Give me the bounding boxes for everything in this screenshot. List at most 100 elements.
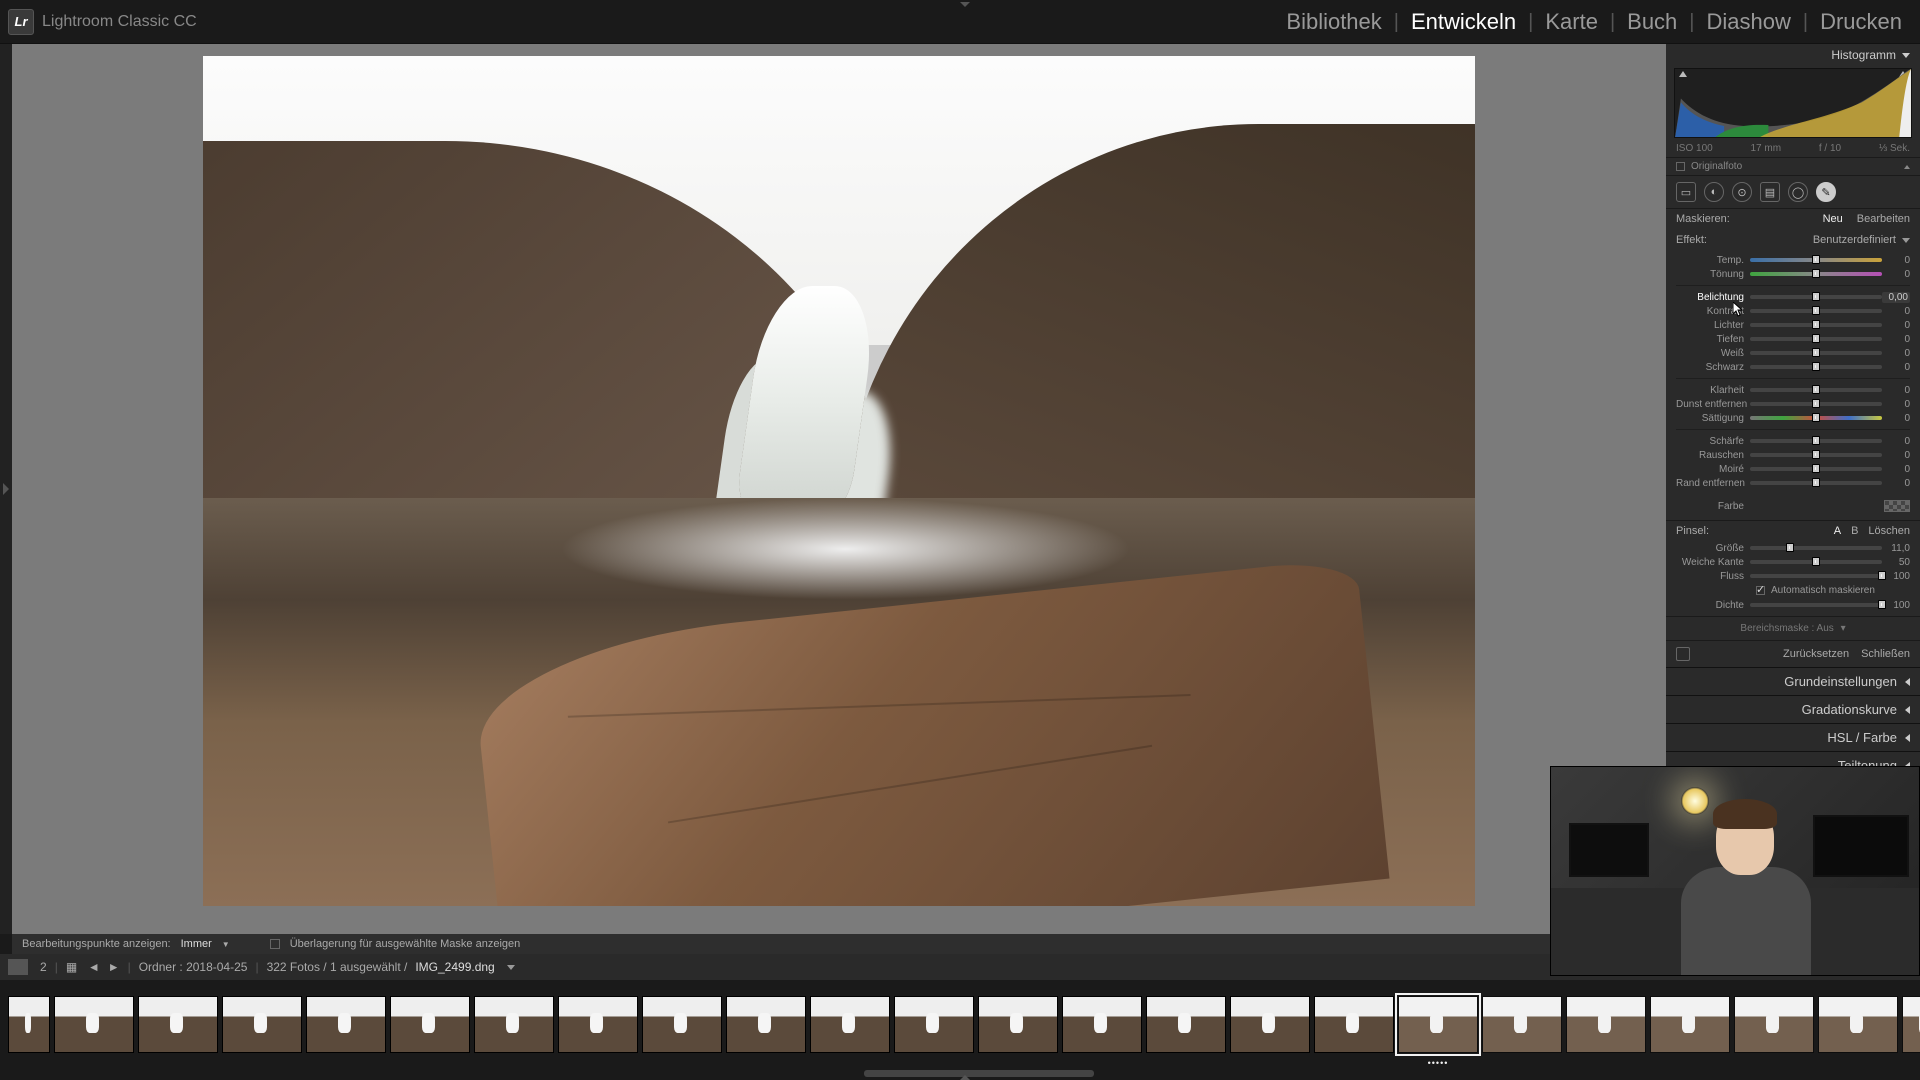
slider-flow[interactable]: Fluss 100 <box>1676 569 1910 583</box>
thumbnail[interactable] <box>1314 996 1394 1053</box>
slider-exp-value[interactable]: 0,00 <box>1882 292 1910 303</box>
slider-contr[interactable]: Kontrast 0 <box>1676 304 1910 318</box>
slider-shad-value[interactable]: 0 <box>1882 334 1910 345</box>
slider-fringe-value[interactable]: 0 <box>1882 478 1910 489</box>
thumbnail[interactable] <box>810 996 890 1053</box>
slider-shad[interactable]: Tiefen 0 <box>1676 332 1910 346</box>
close-button[interactable]: Schließen <box>1861 648 1910 660</box>
thumbnail[interactable] <box>222 996 302 1053</box>
slider-white[interactable]: Weiß 0 <box>1676 346 1910 360</box>
secondary-display-num[interactable]: 2 <box>40 960 47 974</box>
slider-noise[interactable]: Rauschen 0 <box>1676 448 1910 462</box>
filmstrip[interactable] <box>0 980 1920 1068</box>
thumbnail[interactable] <box>8 996 50 1053</box>
panel-collapse-bottom-icon[interactable] <box>960 1075 970 1080</box>
slider-flow-value[interactable]: 100 <box>1882 571 1910 582</box>
panel-basic[interactable]: Grundeinstellungen <box>1784 674 1897 689</box>
spot-tool-icon[interactable]: ◐ <box>1704 182 1724 202</box>
radial-filter-icon[interactable]: ◯ <box>1788 182 1808 202</box>
canvas[interactable] <box>12 44 1666 934</box>
reset-button[interactable]: Zurücksetzen <box>1783 648 1849 660</box>
brush-a-tab[interactable]: A <box>1834 525 1841 537</box>
slider-tint[interactable]: Tönung 0 <box>1676 267 1910 281</box>
secondary-display-icon[interactable] <box>8 959 28 975</box>
module-diashow[interactable]: Diashow <box>1701 9 1797 35</box>
histogram[interactable] <box>1674 68 1912 138</box>
slider-clar-value[interactable]: 0 <box>1882 385 1910 396</box>
chevron-up-icon[interactable] <box>1904 165 1910 169</box>
mask-new-tab[interactable]: Neu <box>1823 213 1843 225</box>
slider-tint-value[interactable]: 0 <box>1882 269 1910 280</box>
slider-noise-value[interactable]: 0 <box>1882 450 1910 461</box>
slider-temp[interactable]: Temp. 0 <box>1676 253 1910 267</box>
panel-tonecurve[interactable]: Gradationskurve <box>1802 702 1897 717</box>
range-mask-hint[interactable]: Bereichsmaske : Aus <box>1740 623 1833 634</box>
brush-tool-icon[interactable]: ✎ <box>1816 182 1836 202</box>
slider-sharp-value[interactable]: 0 <box>1882 436 1910 447</box>
slider-clar[interactable]: Klarheit 0 <box>1676 383 1910 397</box>
slider-feather-value[interactable]: 50 <box>1882 557 1910 568</box>
original-checkbox[interactable] <box>1676 162 1685 171</box>
slider-density-value[interactable]: 100 <box>1882 600 1910 611</box>
thumbnail[interactable] <box>558 996 638 1053</box>
slider-exp[interactable]: Belichtung 0,00 <box>1676 290 1910 304</box>
folder-path[interactable]: Ordner : 2018-04-25 <box>139 960 248 974</box>
thumbnail[interactable] <box>1482 996 1562 1053</box>
crop-tool-icon[interactable]: ▭ <box>1676 182 1696 202</box>
panel-collapse-top-icon[interactable] <box>960 2 970 7</box>
mask-overlay-checkbox[interactable] <box>270 939 280 949</box>
grid-view-icon[interactable]: ▦ <box>66 960 80 974</box>
thumbnail[interactable] <box>306 996 386 1053</box>
thumbnail[interactable] <box>894 996 974 1053</box>
slider-density[interactable]: Dichte 100 <box>1676 598 1910 612</box>
slider-moire-value[interactable]: 0 <box>1882 464 1910 475</box>
brush-erase-tab[interactable]: Löschen <box>1868 525 1910 537</box>
slider-sat-value[interactable]: 0 <box>1882 413 1910 424</box>
thumbnail[interactable] <box>642 996 722 1053</box>
mask-edit-tab[interactable]: Bearbeiten <box>1857 213 1910 225</box>
slider-fringe[interactable]: Rand entfernen 0 <box>1676 476 1910 490</box>
module-karte[interactable]: Karte <box>1539 9 1604 35</box>
slider-high-value[interactable]: 0 <box>1882 320 1910 331</box>
thumbnail[interactable] <box>1734 996 1814 1053</box>
chevron-down-icon[interactable] <box>507 965 515 970</box>
nav-prev-icon[interactable]: ◄ <box>88 960 100 974</box>
thumbnail[interactable] <box>1566 996 1646 1053</box>
nav-next-icon[interactable]: ► <box>108 960 120 974</box>
main-photo[interactable] <box>203 56 1475 906</box>
slider-black-value[interactable]: 0 <box>1882 362 1910 373</box>
redeye-tool-icon[interactable]: ⊙ <box>1732 182 1752 202</box>
thumbnail[interactable] <box>1650 996 1730 1053</box>
slider-moire[interactable]: Moiré 0 <box>1676 462 1910 476</box>
slider-temp-value[interactable]: 0 <box>1882 255 1910 266</box>
panel-toggle-icon[interactable] <box>1676 647 1690 661</box>
color-swatch[interactable] <box>1884 500 1910 512</box>
effect-value[interactable]: Benutzerdefiniert <box>1813 234 1902 246</box>
slider-high[interactable]: Lichter 0 <box>1676 318 1910 332</box>
chevron-down-icon[interactable] <box>1902 53 1910 58</box>
automask-checkbox[interactable] <box>1756 586 1765 595</box>
thumbnail[interactable] <box>1902 996 1920 1053</box>
slider-sat[interactable]: Sättigung 0 <box>1676 411 1910 425</box>
brush-b-tab[interactable]: B <box>1851 525 1858 537</box>
histogram-title[interactable]: Histogramm <box>1831 48 1896 62</box>
slider-dehaze[interactable]: Dunst entfernen 0 <box>1676 397 1910 411</box>
module-entwickeln[interactable]: Entwickeln <box>1405 9 1522 35</box>
show-pins-value[interactable]: Immer <box>181 938 212 950</box>
chevron-left-icon[interactable] <box>1905 678 1910 686</box>
thumbnail[interactable] <box>726 996 806 1053</box>
slider-contr-value[interactable]: 0 <box>1882 306 1910 317</box>
module-bibliothek[interactable]: Bibliothek <box>1280 9 1387 35</box>
slider-size-value[interactable]: 11,0 <box>1882 543 1910 554</box>
thumbnail[interactable] <box>1146 996 1226 1053</box>
grad-filter-icon[interactable]: ▤ <box>1760 182 1780 202</box>
thumbnail[interactable] <box>390 996 470 1053</box>
module-drucken[interactable]: Drucken <box>1814 9 1908 35</box>
slider-sharp[interactable]: Schärfe 0 <box>1676 434 1910 448</box>
thumbnail[interactable] <box>1398 996 1478 1053</box>
thumbnail[interactable] <box>978 996 1058 1053</box>
module-buch[interactable]: Buch <box>1621 9 1683 35</box>
slider-feather[interactable]: Weiche Kante 50 <box>1676 555 1910 569</box>
thumbnail[interactable] <box>1230 996 1310 1053</box>
left-panel-expand-icon[interactable] <box>0 44 12 934</box>
